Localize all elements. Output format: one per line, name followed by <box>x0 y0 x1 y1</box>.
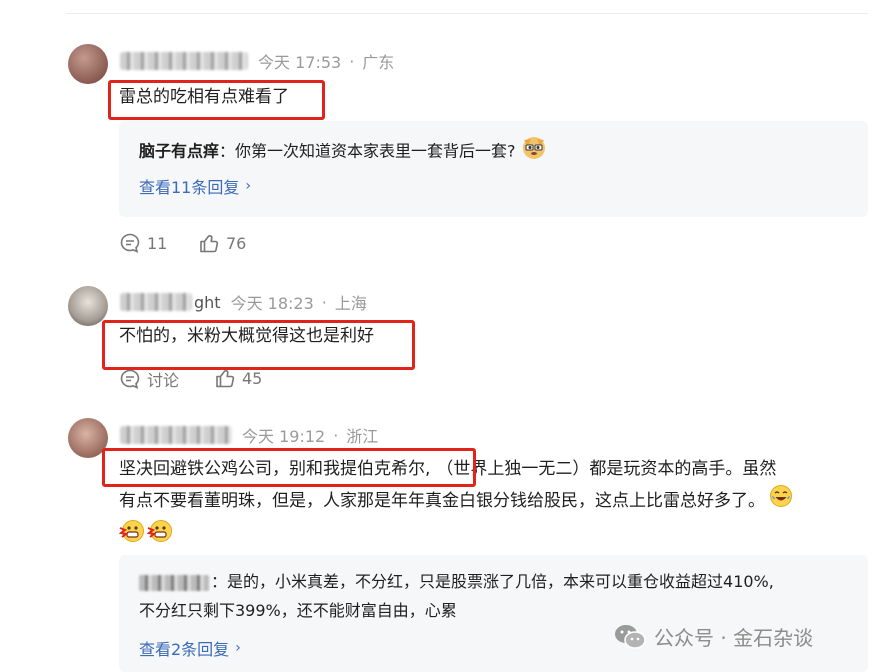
comment-time: 今天 19:12 <box>242 427 326 446</box>
like-button[interactable]: 45 <box>214 367 262 389</box>
highlight-box <box>108 80 325 120</box>
wechat-icon <box>615 624 646 649</box>
reply-line: ：是的，小米真差，不分红，只是股票涨了几倍，本来可以重仓收益超过410%, <box>139 567 774 597</box>
username-suffix[interactable]: ght <box>194 293 221 312</box>
watermark-label: 公众号 · 金石杂谈 <box>654 626 814 650</box>
comment-icon <box>120 233 140 253</box>
like-count: 76 <box>226 233 247 253</box>
thumbs-up-icon <box>200 235 219 253</box>
avatar[interactable] <box>68 44 108 84</box>
meta-separator: · <box>333 425 339 445</box>
comment-meta: 今天 19:12 · 浙江 <box>120 423 378 447</box>
view-replies-link[interactable]: 查看11条回复 › <box>139 174 251 198</box>
comment-count-button[interactable]: 11 <box>119 232 167 254</box>
comment-location: 浙江 <box>346 427 379 446</box>
comment-location: 广东 <box>362 53 395 72</box>
username-masked[interactable] <box>120 426 232 444</box>
reply-text: 不分红只剩下399%，还不能财富自由，心累 <box>139 601 457 620</box>
grimace-emoji-icon <box>118 518 145 554</box>
view-replies-label: 查看2条回复 <box>139 640 230 659</box>
reply-colon: ： <box>211 572 228 591</box>
like-button[interactable]: 76 <box>198 232 246 254</box>
comment-location: 上海 <box>334 294 367 313</box>
reply-line: 脑子有点痒：你第一次知道资本家表里一套背后一套? <box>139 134 547 170</box>
reply-colon: ： <box>219 141 236 161</box>
discuss-label: 讨论 <box>147 371 180 390</box>
view-replies-label: 查看11条回复 <box>139 178 240 197</box>
comment-meta: 今天 17:53 · 广东 <box>120 49 394 73</box>
reply-text: 是的，小米真差，不分红，只是股票涨了几倍，本来可以重仓收益超过410%, <box>227 572 774 591</box>
reply-author[interactable]: 脑子有点痒 <box>139 142 219 161</box>
view-replies-link[interactable]: 查看2条回复 › <box>139 636 241 660</box>
comment-icon <box>120 369 140 389</box>
highlight-box <box>102 320 415 370</box>
reply-text: 你第一次知道资本家表里一套背后一套? <box>235 141 516 161</box>
reply-author-masked[interactable] <box>139 574 209 591</box>
username-masked[interactable] <box>120 52 248 70</box>
meta-separator: · <box>321 292 327 312</box>
comment-meta: ght 今天 18:23 · 上海 <box>120 290 367 314</box>
reply-line: 不分红只剩下399%，还不能财富自由，心累 <box>139 596 457 626</box>
comment-time: 今天 17:53 <box>258 53 342 72</box>
doge-emoji-icon <box>521 134 547 170</box>
comment-line <box>118 518 864 548</box>
comment-time: 今天 18:23 <box>230 294 314 313</box>
laughing-emoji-icon <box>769 484 793 518</box>
username-masked[interactable] <box>120 293 192 311</box>
chevron-right-icon: › <box>245 178 251 194</box>
comment-text: 有点不要看董明珠，但是，人家那是年年真金白银分钱给股民，这点上比雷总好多了。 <box>119 491 765 511</box>
comment-text: （世界上独一无二）都是玩资本的高手。虽然 <box>436 459 777 479</box>
top-divider <box>66 13 868 14</box>
grimace-emoji-icon <box>146 518 173 554</box>
discuss-button[interactable]: 讨论 <box>119 367 179 391</box>
highlight-box <box>102 448 476 487</box>
meta-separator: · <box>349 51 355 71</box>
comment-line: 有点不要看董明珠，但是，人家那是年年真金白银分钱给股民，这点上比雷总好多了。 <box>119 484 864 518</box>
thumbs-up-icon <box>216 370 235 388</box>
chevron-right-icon: › <box>235 640 241 656</box>
comment-count: 11 <box>147 233 168 253</box>
watermark: 公众号 · 金石杂谈 <box>614 622 813 651</box>
like-count: 45 <box>242 368 263 388</box>
